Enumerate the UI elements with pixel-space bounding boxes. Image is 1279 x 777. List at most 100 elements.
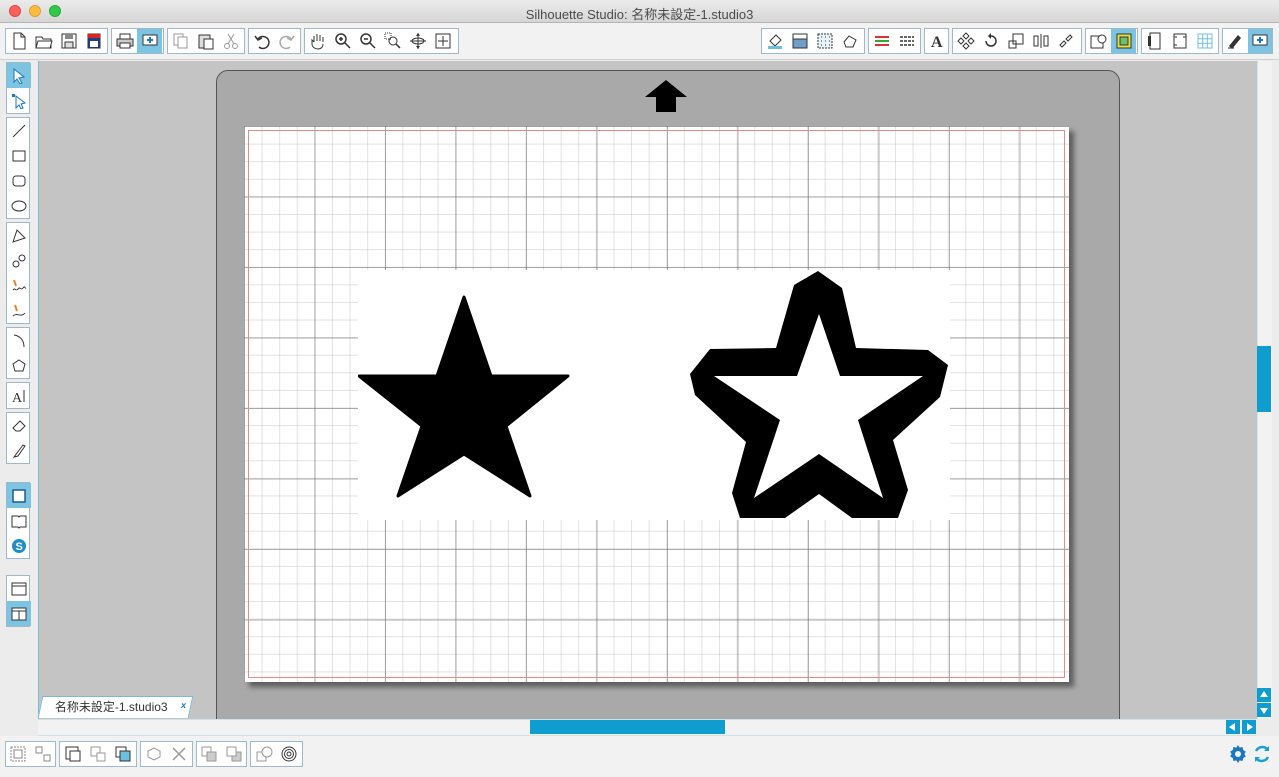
polygon-tool-icon[interactable] [7, 223, 31, 248]
outline-star-shape[interactable] [690, 271, 948, 518]
silhouette-store-icon[interactable]: S [7, 533, 31, 558]
arc-tool-icon[interactable] [7, 328, 31, 353]
save-library-icon[interactable] [81, 29, 106, 53]
duplicate-icon[interactable] [110, 742, 135, 766]
sync-icon[interactable] [1252, 744, 1272, 764]
document-tab-bar: 名称未設定-1.studio3 x [37, 695, 238, 718]
fit-to-page-icon[interactable] [430, 29, 455, 53]
knife-tool-icon[interactable] [7, 438, 31, 463]
library-icon[interactable] [7, 508, 31, 533]
redo-icon[interactable] [274, 29, 299, 53]
type-tools: A [6, 382, 30, 409]
pattern-fill-icon[interactable] [812, 29, 837, 53]
ungroup-icon[interactable] [31, 742, 56, 766]
window-title: Silhouette Studio: 名称未設定-1.studio3 [525, 7, 754, 22]
open-folder-icon[interactable] [31, 29, 56, 53]
solid-star-shape[interactable] [357, 295, 570, 498]
release-compound-path-icon[interactable] [85, 742, 110, 766]
modify-icon[interactable] [953, 29, 978, 53]
smooth-freehand-tool-icon[interactable] [7, 298, 31, 323]
top-toolbar: A [0, 23, 1279, 60]
undo-icon[interactable] [249, 29, 274, 53]
fill-color-icon[interactable] [762, 29, 787, 53]
replicate-icon[interactable] [1053, 29, 1078, 53]
scale-icon[interactable] [1003, 29, 1028, 53]
send-group [1222, 28, 1273, 54]
vertical-scroll-thumb[interactable] [1257, 346, 1271, 412]
line-tool-icon[interactable] [7, 118, 31, 143]
align-icon[interactable] [1028, 29, 1053, 53]
cut-icon[interactable] [218, 29, 243, 53]
rounded-rectangle-tool-icon[interactable] [7, 168, 31, 193]
grid-icon[interactable] [1192, 29, 1217, 53]
svg-text:A: A [931, 34, 943, 50]
left-toolbar: A S [6, 62, 31, 630]
delete-tools [140, 741, 193, 767]
zoom-out-icon[interactable] [355, 29, 380, 53]
print-icon[interactable] [112, 29, 137, 53]
delete-icon[interactable] [166, 742, 191, 766]
horizontal-scroll-thumb[interactable] [530, 720, 725, 734]
design-view-icon[interactable] [7, 483, 31, 508]
point-edit-icon[interactable] [7, 88, 31, 113]
group-icon[interactable] [6, 742, 31, 766]
library-tools: S [6, 482, 31, 559]
drag-zoom-icon[interactable] [405, 29, 430, 53]
scroll-right-button[interactable] [1242, 720, 1256, 734]
duplicate-3d-icon[interactable] [141, 742, 166, 766]
new-document-icon[interactable] [6, 29, 31, 53]
document-tab[interactable]: 名称未設定-1.studio3 x [37, 696, 194, 718]
curve-tool-icon[interactable] [7, 248, 31, 273]
zoom-select-icon[interactable] [380, 29, 405, 53]
scroll-up-button[interactable] [1257, 688, 1271, 702]
eraser-tool-icon[interactable] [7, 413, 31, 438]
tab-close-icon[interactable]: x [180, 700, 187, 710]
select-arrow-icon[interactable] [7, 63, 31, 88]
pan-hand-icon[interactable] [305, 29, 330, 53]
bring-to-front-icon[interactable] [197, 742, 222, 766]
text-tool-icon[interactable]: A [7, 383, 31, 408]
scroll-left-button[interactable] [1226, 720, 1240, 734]
save-icon[interactable] [56, 29, 81, 53]
arc-tools [6, 327, 30, 379]
line-group [868, 28, 921, 54]
transform-group [952, 28, 1082, 54]
gradient-fill-icon[interactable] [787, 29, 812, 53]
rectangle-tool-icon[interactable] [7, 143, 31, 168]
settings-gear-icon[interactable] [1228, 744, 1248, 764]
panels-group [1085, 28, 1138, 54]
line-style-icon[interactable] [894, 29, 919, 53]
single-panel-icon[interactable] [7, 576, 31, 601]
ellipse-tool-icon[interactable] [7, 193, 31, 218]
artwork-image[interactable] [357, 270, 950, 520]
trace-icon[interactable] [1086, 29, 1111, 53]
weld-icon[interactable] [251, 742, 276, 766]
document-tab-label: 名称未設定-1.studio3 [54, 700, 168, 714]
send-icon[interactable] [1247, 29, 1272, 53]
offset-rings-icon[interactable] [276, 742, 301, 766]
svg-text:S: S [16, 541, 23, 553]
zoom-in-icon[interactable] [330, 29, 355, 53]
send-to-silhouette-icon[interactable] [137, 29, 162, 53]
canvas-workspace[interactable] [38, 61, 1257, 719]
cut-settings-icon[interactable] [1223, 29, 1248, 53]
text-style-icon[interactable]: A [925, 29, 948, 53]
copy-icon[interactable] [168, 29, 193, 53]
line-color-icon[interactable] [869, 29, 894, 53]
make-compound-path-icon[interactable] [60, 742, 85, 766]
rotate-icon[interactable] [978, 29, 1003, 53]
scroll-down-button[interactable] [1257, 703, 1271, 717]
select-tools [6, 62, 31, 114]
send-to-back-icon[interactable] [222, 742, 247, 766]
sketch-icon[interactable] [837, 29, 862, 53]
freehand-tool-icon[interactable] [7, 273, 31, 298]
design-page[interactable] [244, 126, 1069, 682]
page-setup-icon[interactable] [1142, 29, 1167, 53]
split-panel-icon[interactable] [7, 601, 31, 626]
offset-icon[interactable] [1111, 29, 1136, 53]
regular-polygon-tool-icon[interactable] [7, 353, 31, 378]
group-tools [5, 741, 56, 767]
layout-tools [6, 575, 31, 627]
registration-marks-icon[interactable] [1167, 29, 1192, 53]
paste-icon[interactable] [193, 29, 218, 53]
